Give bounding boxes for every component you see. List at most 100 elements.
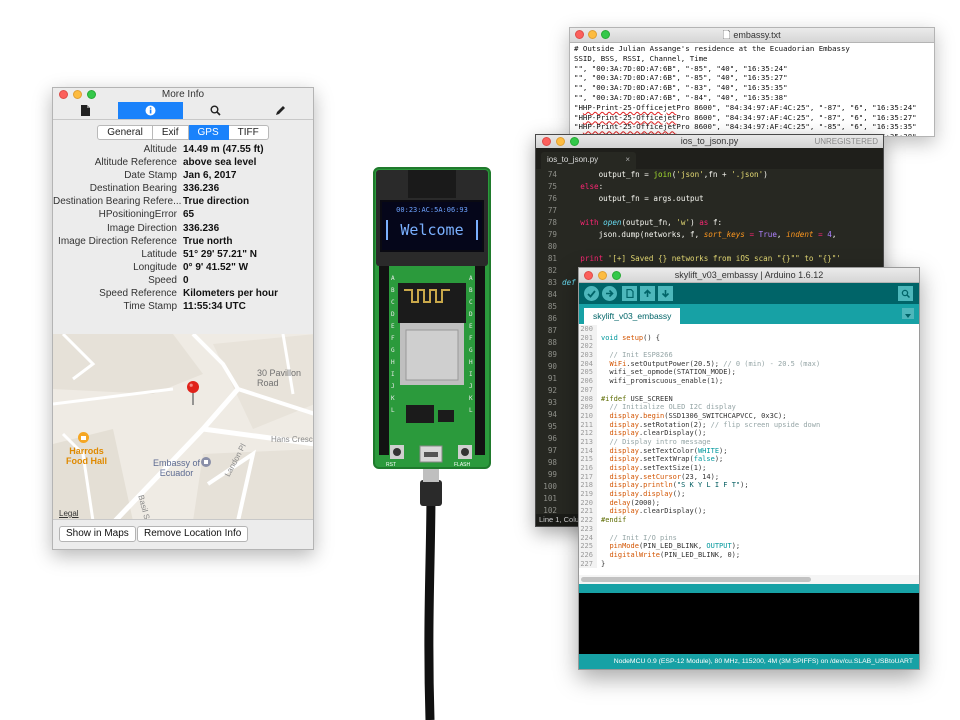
svg-text:D: D — [469, 311, 473, 318]
line-number: 76 — [547, 194, 557, 203]
dropdown-triangle-icon — [905, 314, 911, 318]
line-number: 220 — [579, 498, 597, 508]
console-divider[interactable] — [579, 584, 919, 593]
line-number: 200 — [579, 325, 597, 334]
minimize-button[interactable] — [556, 137, 565, 146]
line-number: 222 — [579, 516, 597, 525]
zoom-button[interactable] — [601, 30, 610, 39]
misspelled-word: HP-Print-25-Officejet — [582, 122, 677, 132]
magnifier-icon — [901, 289, 910, 298]
property-row: Image Direction Reference True north — [53, 235, 313, 248]
more-info-titlebar: More Info — [53, 88, 313, 102]
minimize-button[interactable] — [588, 30, 597, 39]
zoom-button[interactable] — [612, 271, 621, 280]
sketch-code-editor[interactable]: 200 201 void setup() { 202 203 // Init ES… — [579, 325, 919, 583]
text-line: "", "00:3A:7D:0D:A7:6B", "-83", "40", "1… — [574, 83, 788, 93]
misspelled-word: HP-Print-25-Officejet — [582, 102, 677, 112]
line-number: 202 — [579, 342, 597, 352]
property-key: Altitude — [143, 144, 177, 155]
line-number: 213 — [579, 437, 597, 447]
property-value: 14.49 m (47.55 ft) — [183, 144, 264, 155]
property-key: Speed — [148, 274, 177, 286]
property-key: Longitude — [133, 261, 177, 273]
toolbar-search-button[interactable] — [183, 102, 248, 119]
location-pin-icon[interactable] — [186, 380, 202, 406]
line-number: 221 — [579, 507, 597, 517]
line-number: 83 — [547, 278, 557, 287]
minimize-button[interactable] — [598, 271, 607, 280]
close-button[interactable] — [542, 137, 551, 146]
upload-button[interactable] — [602, 286, 617, 301]
new-sketch-button[interactable] — [622, 286, 637, 301]
toolbar-file-button[interactable] — [53, 102, 118, 119]
svg-text:H: H — [391, 359, 395, 366]
unregistered-label: UNREGISTERED — [814, 137, 878, 146]
open-sketch-button[interactable] — [640, 286, 655, 301]
line-number: 95 — [547, 422, 557, 431]
line-number: 204 — [579, 359, 597, 369]
line-number: 225 — [579, 542, 597, 551]
document-icon — [81, 105, 90, 116]
svg-text:E: E — [469, 323, 473, 330]
line-number: 203 — [579, 351, 597, 360]
minimize-button[interactable] — [73, 90, 82, 99]
svg-text:F: F — [469, 335, 473, 342]
line-number: 206 — [579, 377, 597, 386]
line-number: 98 — [547, 458, 557, 467]
property-row: Destination Bearing 336.236 — [53, 182, 313, 195]
property-row: Date Stamp Jan 6, 2017 — [53, 169, 313, 182]
svg-text:G: G — [469, 347, 473, 354]
horizontal-scrollbar[interactable] — [579, 575, 919, 584]
show-in-maps-button[interactable]: Show in Maps — [59, 526, 136, 542]
tab-ios-to-json[interactable]: ios_to_json.py × — [541, 152, 636, 169]
property-value: True north — [183, 235, 233, 247]
close-button[interactable] — [575, 30, 584, 39]
svg-text:F: F — [391, 335, 395, 342]
location-map[interactable]: 30 Pavillon Road Hans Cresc Harrods Food… — [53, 334, 313, 521]
verify-button[interactable] — [584, 286, 599, 301]
property-value: True direction — [183, 196, 250, 208]
property-value: 65 — [183, 209, 195, 221]
zoom-button[interactable] — [87, 90, 96, 99]
svg-text:H: H — [469, 359, 473, 366]
serial-monitor-button[interactable] — [898, 286, 913, 301]
new-file-icon — [625, 289, 634, 298]
output-console[interactable] — [579, 593, 919, 655]
nodemcu-device-photo: ABCD EFGH IJKL ABCD EFGH IJKL 00:23:AC:5… — [372, 160, 492, 720]
text-file-icon — [722, 29, 731, 40]
arrow-right-icon — [606, 289, 614, 298]
tab-gps[interactable]: GPS — [188, 125, 229, 140]
oled-mac-address: 00:23:AC:5A:06:93 — [396, 206, 468, 214]
property-row: Speed 0 — [53, 274, 313, 287]
tab-menu-button[interactable] — [902, 308, 914, 319]
toolbar-markup-button[interactable] — [248, 102, 313, 119]
line-number: 201 — [579, 333, 597, 343]
property-key: HPositioningError — [98, 209, 177, 221]
close-button[interactable] — [59, 90, 68, 99]
info-icon — [145, 105, 156, 116]
line-number: 219 — [579, 490, 597, 499]
save-sketch-button[interactable] — [658, 286, 673, 301]
scrollbar-thumb[interactable] — [581, 577, 811, 582]
remove-location-button[interactable]: Remove Location Info — [137, 526, 249, 542]
close-button[interactable] — [584, 271, 593, 280]
close-tab-icon[interactable]: × — [625, 152, 630, 167]
line-number: 209 — [579, 403, 597, 412]
zoom-button[interactable] — [570, 137, 579, 146]
tab-general[interactable]: General — [97, 125, 153, 140]
window-controls — [575, 30, 610, 39]
property-key: Date Stamp — [124, 170, 177, 182]
text-document[interactable]: # Outside Julian Assange's residence at … — [570, 43, 934, 136]
toolbar-info-button[interactable] — [118, 102, 183, 119]
property-key: Speed Reference — [99, 288, 177, 300]
tab-skylift[interactable]: skylift_v03_embassy — [584, 308, 681, 324]
tab-label: ios_to_json.py — [547, 155, 599, 164]
svg-text:J: J — [469, 383, 473, 390]
map-legal-link[interactable]: Legal — [59, 509, 79, 519]
line-number: 90 — [547, 362, 557, 371]
line-number: 84 — [547, 290, 557, 299]
text-line: "HHP-Print-25-OfficejetPro 8600", "84:34… — [574, 112, 917, 122]
line-number: 215 — [579, 455, 597, 464]
tab-exif[interactable]: Exif — [152, 125, 189, 140]
tab-tiff[interactable]: TIFF — [228, 125, 269, 140]
